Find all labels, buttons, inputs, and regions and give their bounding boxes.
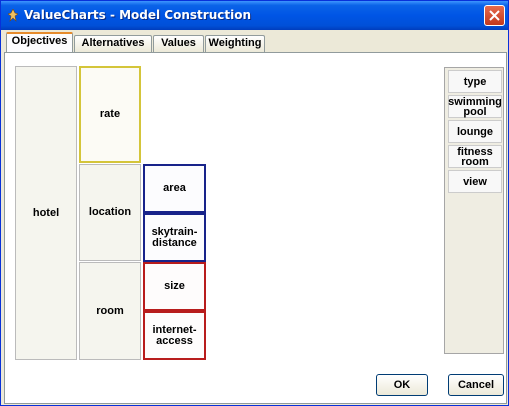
tab-values[interactable]: Values — [153, 35, 204, 52]
title-bar[interactable]: ValueCharts - Model Construction — [1, 1, 508, 30]
palette-item-type[interactable]: type — [448, 70, 502, 93]
close-button[interactable] — [484, 5, 505, 26]
palette-item-swimming-pool[interactable]: swimming pool — [448, 95, 502, 118]
objective-area[interactable]: area — [143, 164, 206, 213]
objective-room[interactable]: room — [79, 262, 141, 360]
objective-rate[interactable]: rate — [79, 66, 141, 163]
palette-item-fitness-room[interactable]: fitness room — [448, 145, 502, 168]
app-window: ValueCharts - Model Construction Objecti… — [0, 0, 509, 406]
window-title: ValueCharts - Model Construction — [24, 8, 251, 22]
tab-objectives[interactable]: Objectives — [6, 32, 73, 53]
tab-strip: Objectives Alternatives Values Weighting — [4, 32, 507, 53]
objective-size[interactable]: size — [143, 262, 206, 311]
ok-button[interactable]: OK — [376, 374, 428, 396]
close-icon — [489, 10, 500, 21]
palette-item-view[interactable]: view — [448, 170, 502, 193]
tab-alternatives[interactable]: Alternatives — [74, 35, 152, 52]
objective-location[interactable]: location — [79, 164, 141, 261]
objective-skytrain-distance[interactable]: skytrain- distance — [143, 213, 206, 262]
app-icon — [8, 9, 18, 22]
objective-hotel[interactable]: hotel — [15, 66, 77, 360]
objective-palette: type swimming pool lounge fitness room v… — [444, 67, 504, 354]
palette-item-lounge[interactable]: lounge — [448, 120, 502, 143]
tab-weighting[interactable]: Weighting — [205, 35, 265, 52]
cancel-button[interactable]: Cancel — [448, 374, 504, 396]
objective-internet-access[interactable]: internet- access — [143, 311, 206, 360]
